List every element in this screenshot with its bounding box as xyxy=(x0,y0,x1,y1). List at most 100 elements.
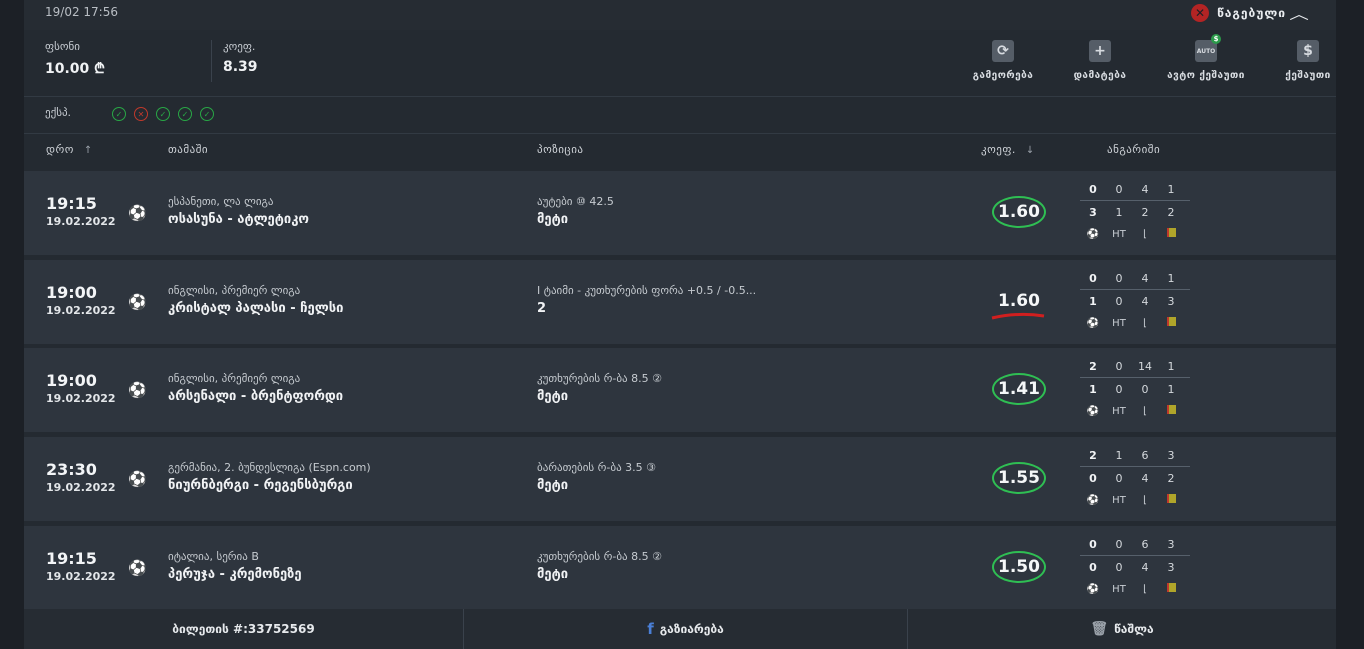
score-cell: 4 xyxy=(1141,294,1149,308)
bet-ticket-card: 19/02 17:56 ✕ წაგებული ︿ ფსონი 10.00 ₾ კ… xyxy=(24,0,1336,649)
score-cell: 0 xyxy=(1115,294,1123,308)
delete-button[interactable]: 🗑 წაშლა xyxy=(908,609,1336,649)
cashout-label: ქეშაუთი xyxy=(1285,70,1331,81)
league-name: გერმანია, 2. ბუნდესლიგა (Espn.com) xyxy=(168,461,371,474)
col-report: ანგარიში xyxy=(1107,143,1161,156)
check-icon: ✓ xyxy=(178,107,192,121)
score-cell: 0 xyxy=(1141,382,1149,396)
x-circle-icon: ✕ xyxy=(1191,4,1210,22)
col-odds[interactable]: კოეფ. ↓ xyxy=(981,143,1035,156)
league-name: ინგლისი, პრემიერ ლიგა xyxy=(168,284,301,297)
total-odds-label: კოეფ. xyxy=(223,40,256,53)
match-name[interactable]: პერუჯა - კრემონეზე xyxy=(168,567,302,582)
check-icon: ✓ xyxy=(200,107,214,121)
score-row-home: 0 0 6 3 xyxy=(1080,535,1190,553)
score-cell: 1 xyxy=(1115,448,1123,462)
odds-value: 1.50 xyxy=(992,551,1046,583)
share-button[interactable]: f გაზიარება xyxy=(464,609,907,649)
score-divider xyxy=(1080,377,1190,378)
score-cell: 1 xyxy=(1167,382,1175,396)
repeat-button[interactable]: ⟳ გამეორება xyxy=(968,40,1038,81)
bet-row: 19:15 19.02.2022 ⚽ ესპანეთი, ლა ლიგა ოსა… xyxy=(24,171,1336,255)
score-table: 0 0 6 3 0 0 4 3 ⚽ HT ⌊ xyxy=(1080,535,1190,599)
score-cell: 1 xyxy=(1167,359,1175,373)
score-row-away: 1 0 0 1 xyxy=(1080,380,1190,398)
corner-icon: ⌊ xyxy=(1143,317,1147,329)
bet-row: 23:30 19.02.2022 ⚽ გერმანია, 2. ბუნდესლი… xyxy=(24,437,1336,521)
ticket-summary: ფსონი 10.00 ₾ კოეფ. 8.39 ⟳ გამეორება + დ… xyxy=(24,30,1336,97)
repeat-icon: ⟳ xyxy=(992,40,1014,62)
score-cell: 0 xyxy=(1115,537,1123,551)
match-date: 19.02.2022 xyxy=(46,215,116,228)
match-name[interactable]: ოსასუნა - ატლეტიკო xyxy=(168,212,309,227)
score-row-home: 0 0 4 1 xyxy=(1080,269,1190,287)
market-name: კუთხურების რ-ბა 8.5 ② xyxy=(537,372,662,385)
score-cell: 6 xyxy=(1141,448,1149,462)
corner-icon: ⌊ xyxy=(1143,494,1147,506)
chevron-up-icon[interactable]: ︿ xyxy=(1289,4,1309,24)
halftime-label: HT xyxy=(1112,405,1126,417)
soccer-ball-icon: ⚽ xyxy=(128,559,147,577)
score-cell: 4 xyxy=(1141,471,1149,485)
divider xyxy=(211,40,212,82)
match-name[interactable]: ნიურნბერგი - რეგენსბურგი xyxy=(168,478,353,493)
odds-value: 1.41 xyxy=(992,373,1046,405)
match-time: 19:00 xyxy=(46,283,97,302)
score-cell: 1 xyxy=(1089,294,1097,308)
add-button[interactable]: + დამატება xyxy=(1067,40,1133,81)
bet-row: 19:15 19.02.2022 ⚽ იტალია, სერია B პერუჯ… xyxy=(24,526,1336,610)
match-name[interactable]: კრისტალ პალასი - ჩელსი xyxy=(168,301,343,316)
score-cell: 0 xyxy=(1089,471,1097,485)
score-table: 0 0 4 1 1 0 4 3 ⚽ HT ⌊ xyxy=(1080,269,1190,333)
delete-label: წაშლა xyxy=(1114,622,1154,636)
lost-underline xyxy=(991,312,1045,320)
soccer-ball-icon: ⚽ xyxy=(128,381,147,399)
score-cell: 0 xyxy=(1115,382,1123,396)
market-name: ბარათების რ-ბა 3.5 ③ xyxy=(537,461,656,474)
stake-label: ფსონი xyxy=(45,40,80,53)
col-odds-label: კოეფ. xyxy=(981,143,1016,156)
score-cell: 0 xyxy=(1089,182,1097,196)
score-table: 0 0 4 1 3 1 2 2 ⚽ HT ⌊ xyxy=(1080,180,1190,244)
total-odds-value: 8.39 xyxy=(223,59,258,75)
express-label: ექსპ. xyxy=(45,106,72,119)
match-date: 19.02.2022 xyxy=(46,392,116,405)
pick-value: 2 xyxy=(537,301,547,316)
col-game: თამაში xyxy=(168,143,209,156)
score-cell: 2 xyxy=(1089,448,1097,462)
repeat-label: გამეორება xyxy=(972,70,1034,81)
halftime-label: HT xyxy=(1112,317,1126,329)
score-cell: 2 xyxy=(1141,205,1149,219)
corner-icon: ⌊ xyxy=(1143,405,1147,417)
corner-icon: ⌊ xyxy=(1143,583,1147,595)
table-header: დრო ↑ თამაში პოზიცია კოეფ. ↓ ანგარიში xyxy=(24,134,1336,168)
x-icon: ✕ xyxy=(134,107,148,121)
market-name: აუტები ⑩ 42.5 xyxy=(537,195,614,208)
score-divider xyxy=(1080,200,1190,201)
soccer-ball-icon: ⚽ xyxy=(1086,317,1100,329)
soccer-ball-icon: ⚽ xyxy=(128,293,147,311)
score-cell: 3 xyxy=(1167,537,1175,551)
halftime-label: HT xyxy=(1112,583,1126,595)
score-table: 2 0 14 1 1 0 0 1 ⚽ HT ⌊ xyxy=(1080,357,1190,421)
score-cell: 0 xyxy=(1115,182,1123,196)
score-divider xyxy=(1080,289,1190,290)
match-time: 19:15 xyxy=(46,194,97,213)
score-cell: 0 xyxy=(1115,471,1123,485)
match-date: 19.02.2022 xyxy=(46,570,116,583)
league-name: იტალია, სერია B xyxy=(168,550,259,563)
score-icons: ⚽ HT ⌊ xyxy=(1080,401,1190,421)
score-cell: 1 xyxy=(1115,205,1123,219)
col-time[interactable]: დრო ↑ xyxy=(46,143,93,156)
total-odds-block: კოეფ. 8.39 xyxy=(223,40,258,75)
cashout-button[interactable]: $ ქეშაუთი xyxy=(1280,40,1336,81)
match-name[interactable]: არსენალი - ბრენტფორდი xyxy=(168,389,343,404)
check-icon: ✓ xyxy=(112,107,126,121)
ticket-header: 19/02 17:56 ✕ წაგებული ︿ xyxy=(24,0,1336,30)
score-cell: 3 xyxy=(1167,560,1175,574)
score-cell: 1 xyxy=(1167,271,1175,285)
score-divider xyxy=(1080,466,1190,467)
score-cell: 14 xyxy=(1138,359,1152,373)
auto-cashout-button[interactable]: AUTO $ ავტო ქეშაუთი xyxy=(1160,34,1252,81)
score-cell: 1 xyxy=(1167,182,1175,196)
